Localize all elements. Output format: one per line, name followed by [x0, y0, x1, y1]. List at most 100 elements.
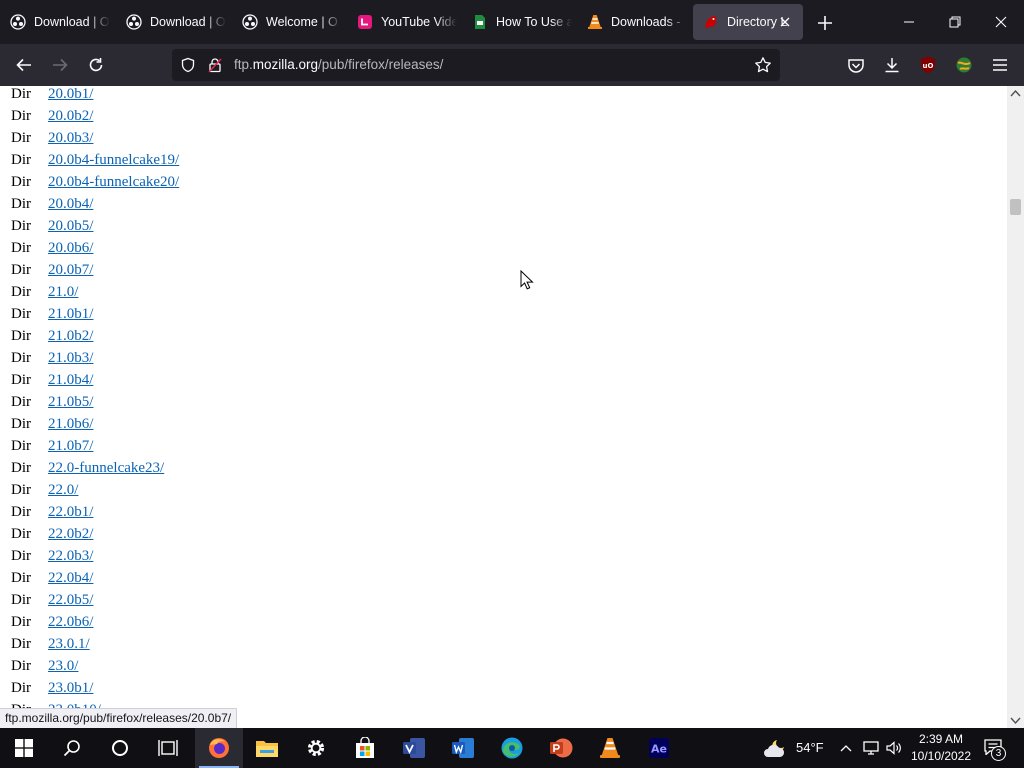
directory-row: Dir 22.0b5/ [0, 589, 700, 611]
forward-arrow-icon[interactable] [50, 55, 70, 75]
chevron-up-icon[interactable] [839, 741, 853, 755]
firefox-app[interactable] [195, 728, 243, 768]
minimize-icon[interactable] [899, 12, 919, 32]
weather-temperature[interactable]: 54°F [796, 740, 824, 755]
cortana-button[interactable] [96, 728, 144, 768]
directory-row: Dir 21.0b5/ [0, 391, 700, 413]
downloads-arrow-icon[interactable] [882, 55, 902, 75]
browser-tab[interactable]: Directory L [693, 4, 803, 40]
directory-link[interactable]: 22.0b6/ [48, 611, 93, 633]
url-bar[interactable]: ftp.mozilla.org/pub/firefox/releases/ [172, 49, 780, 81]
directory-link[interactable]: 22.0b2/ [48, 523, 93, 545]
tab-title: YouTube Vide [381, 15, 457, 29]
restore-icon[interactable] [945, 12, 965, 32]
directory-link[interactable]: 20.0b4-funnelcake19/ [48, 149, 179, 171]
reload-icon[interactable] [86, 55, 106, 75]
entry-type-label: Dir [11, 636, 31, 652]
directory-link[interactable]: 22.0b5/ [48, 589, 93, 611]
browser-tab[interactable]: Welcome | O [232, 4, 342, 40]
system-clock[interactable]: 2:39 AM 10/10/2022 [910, 731, 972, 765]
new-tab-plus-icon[interactable] [814, 12, 836, 34]
directory-link[interactable]: 20.0b4/ [48, 193, 93, 215]
powerpoint-app[interactable] [537, 728, 585, 768]
entry-type-label: Dir [11, 482, 31, 498]
scroll-down-arrow-icon[interactable] [1010, 717, 1021, 725]
vertical-scrollbar[interactable] [1007, 86, 1024, 728]
directory-link[interactable]: 23.0b1/ [48, 677, 93, 699]
word-app[interactable] [439, 728, 487, 768]
directory-row: Dir 23.0.1/ [0, 633, 700, 655]
notification-center-button[interactable]: 3 [980, 737, 1010, 761]
directory-link[interactable]: 22.0b1/ [48, 501, 93, 523]
close-tab-icon[interactable] [777, 14, 793, 30]
directory-row: Dir 20.0b2/ [0, 105, 700, 127]
directory-link[interactable]: 20.0b1/ [48, 86, 93, 105]
directory-link[interactable]: 22.0b4/ [48, 567, 93, 589]
insecure-lock-icon[interactable] [207, 57, 223, 73]
store-app[interactable] [341, 728, 389, 768]
directory-row: Dir 22.0/ [0, 479, 700, 501]
entry-type-label: Dir [11, 284, 31, 300]
svg-text:Ae: Ae [651, 743, 667, 756]
bookmark-star-icon[interactable] [754, 56, 772, 74]
browser-tab[interactable]: Downloads - [577, 4, 687, 40]
browser-tab[interactable]: Download | O [116, 4, 226, 40]
directory-link[interactable]: 20.0b6/ [48, 237, 93, 259]
back-arrow-icon[interactable] [14, 55, 34, 75]
url-text[interactable]: ftp.mozilla.org/pub/firefox/releases/ [234, 57, 443, 72]
directory-link[interactable]: 22.0b3/ [48, 545, 93, 567]
directory-link[interactable]: 20.0b5/ [48, 215, 93, 237]
directory-link[interactable]: 21.0b6/ [48, 413, 93, 435]
directory-link[interactable]: 23.0.1/ [48, 633, 90, 655]
after-effects-icon: Ae [649, 738, 669, 758]
directory-link[interactable]: 20.0b4-funnelcake20/ [48, 171, 179, 193]
directory-row: Dir 20.0b7/ [0, 259, 700, 281]
directory-link[interactable]: 22.0-funnelcake23/ [48, 457, 164, 479]
scrollbar-thumb[interactable] [1010, 199, 1021, 215]
vlc-app[interactable] [586, 728, 634, 768]
directory-link[interactable]: 20.0b3/ [48, 127, 93, 149]
obs-logo-icon [126, 14, 142, 30]
directory-link[interactable]: 22.0/ [48, 479, 78, 501]
entry-type-label: Dir [11, 570, 31, 586]
visio-app[interactable] [390, 728, 438, 768]
ublock-origin-icon[interactable]: uO [918, 55, 938, 75]
directory-link[interactable]: 21.0b3/ [48, 347, 93, 369]
directory-link[interactable]: 21.0b7/ [48, 435, 93, 457]
directory-link[interactable]: 21.0b1/ [48, 303, 93, 325]
directory-link[interactable]: 23.0/ [48, 655, 78, 677]
directory-link[interactable]: 21.0b4/ [48, 369, 93, 391]
cloudy-night-icon[interactable] [763, 736, 791, 760]
obs-logo-icon [10, 14, 26, 30]
youtube-downloader-icon [357, 14, 373, 30]
browser-tab[interactable]: How To Use a [462, 4, 572, 40]
start-button[interactable] [0, 728, 48, 768]
directory-row: Dir 21.0/ [0, 281, 700, 303]
directory-link[interactable]: 21.0/ [48, 281, 78, 303]
network-icon[interactable] [861, 739, 881, 757]
search-button[interactable] [48, 728, 96, 768]
extension-globe-icon[interactable] [954, 55, 974, 75]
directory-link[interactable]: 21.0b5/ [48, 391, 93, 413]
directory-link[interactable]: 21.0b2/ [48, 325, 93, 347]
directory-row: Dir 20.0b3/ [0, 127, 700, 149]
tab-strip: Download | O Download | O Welcome | O YouTu… [0, 0, 1024, 44]
after-effects-app[interactable]: Ae [635, 728, 683, 768]
pocket-icon[interactable] [846, 55, 866, 75]
task-view-button[interactable] [144, 728, 192, 768]
entry-type-label: Dir [11, 218, 31, 234]
entry-type-label: Dir [11, 196, 31, 212]
volume-icon[interactable] [885, 739, 903, 757]
directory-link[interactable]: 20.0b2/ [48, 105, 93, 127]
settings-app[interactable] [292, 728, 340, 768]
app-menu-hamburger-icon[interactable] [990, 55, 1010, 75]
browser-tab[interactable]: Download | O [0, 4, 110, 40]
directory-row: Dir 22.0b4/ [0, 567, 700, 589]
browser-tab[interactable]: YouTube Vide [347, 4, 457, 40]
tracking-shield-icon[interactable] [180, 57, 196, 73]
edge-app[interactable] [488, 728, 536, 768]
scroll-up-arrow-icon[interactable] [1010, 89, 1021, 97]
file-explorer-app[interactable] [243, 728, 291, 768]
directory-link[interactable]: 20.0b7/ [48, 259, 93, 281]
close-window-icon[interactable] [991, 12, 1011, 32]
